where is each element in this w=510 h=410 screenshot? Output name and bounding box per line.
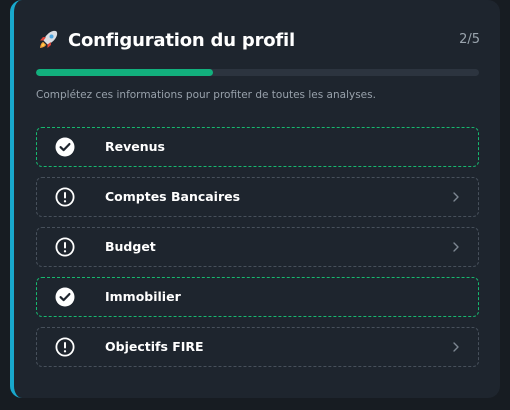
progress-bar	[36, 69, 479, 76]
profile-setup-card: Configuration du profil 2/5 Complétez ce…	[10, 0, 500, 398]
step-label: Revenus	[105, 139, 165, 154]
step-item-comptes-bancaires[interactable]: Comptes Bancaires	[36, 177, 479, 217]
rocket-icon	[40, 30, 58, 48]
alert-circle-icon	[55, 337, 75, 357]
progress-fill	[36, 69, 214, 76]
step-item-immobilier[interactable]: Immobilier	[36, 277, 479, 317]
subtitle: Complétez ces informations pour profiter…	[36, 89, 376, 101]
step-label: Budget	[105, 239, 156, 254]
alert-circle-icon	[55, 187, 75, 207]
step-counter: 2/5	[459, 32, 480, 47]
step-item-revenus[interactable]: Revenus	[36, 127, 479, 167]
title-row: Configuration du profil	[36, 28, 295, 52]
step-label: Objectifs FIRE	[105, 339, 204, 354]
page-title: Configuration du profil	[68, 29, 296, 51]
setup-step-list: Revenus Comptes Bancaires Budget Immobil…	[36, 127, 479, 377]
chevron-right-icon	[453, 192, 459, 202]
check-circle-icon	[55, 287, 75, 307]
step-item-objectifs-fire[interactable]: Objectifs FIRE	[36, 327, 479, 367]
step-label: Comptes Bancaires	[105, 189, 241, 204]
step-label: Immobilier	[105, 289, 181, 304]
chevron-right-icon	[453, 342, 459, 352]
check-circle-icon	[55, 137, 75, 157]
chevron-right-icon	[453, 242, 459, 252]
step-item-budget[interactable]: Budget	[36, 227, 479, 267]
alert-circle-icon	[55, 237, 75, 257]
